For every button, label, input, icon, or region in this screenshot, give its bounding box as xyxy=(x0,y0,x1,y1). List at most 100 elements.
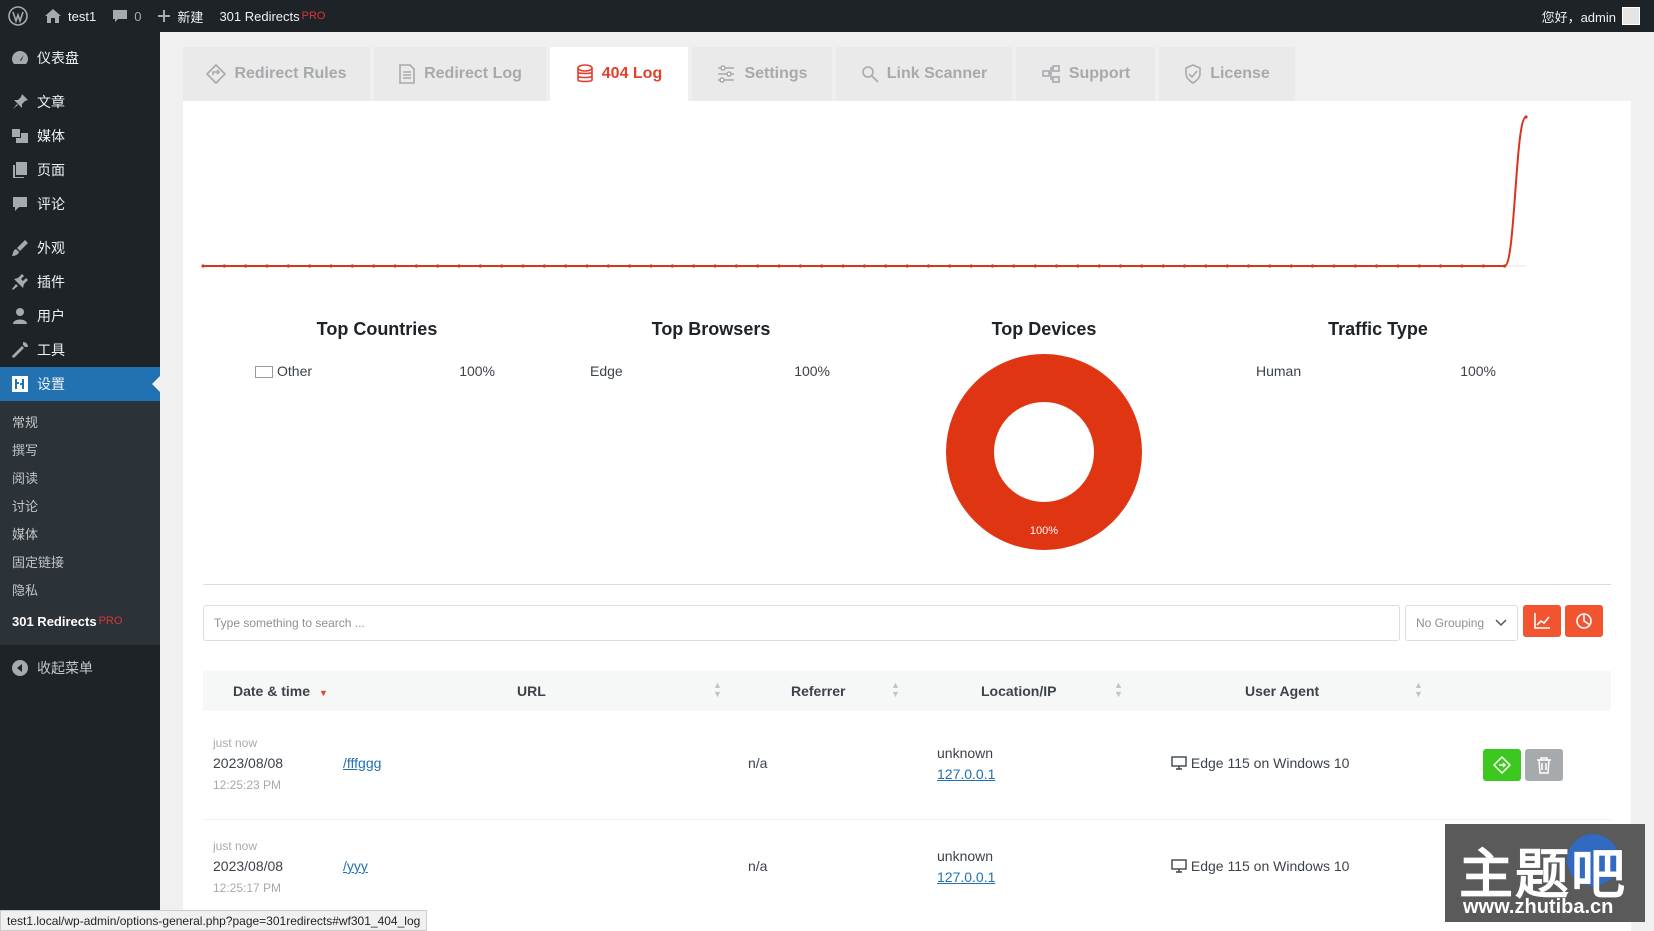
top-browsers: Top Browsers Edge 100% xyxy=(535,319,887,379)
tab-redirect-log[interactable]: Redirect Log xyxy=(374,47,546,101)
site-name-link[interactable]: test1 xyxy=(36,0,104,32)
tab-support[interactable]: Support xyxy=(1016,47,1155,101)
url-link[interactable]: /yyy xyxy=(343,858,368,874)
delete-button[interactable] xyxy=(1525,749,1563,781)
new-content-link[interactable]: 新建 xyxy=(149,0,211,32)
data-point xyxy=(1396,264,1400,268)
plugin-menu-link[interactable]: 301 Redirects PRO xyxy=(211,0,333,32)
data-point xyxy=(1460,264,1464,268)
data-point xyxy=(1054,264,1059,268)
menu-users[interactable]: 用户 xyxy=(0,299,160,333)
submenu-item-301-redirects[interactable]: 301 Redirects PRO xyxy=(0,603,160,639)
data-point xyxy=(1140,264,1144,268)
ip-link[interactable]: 127.0.0.1 xyxy=(937,766,995,782)
data-point xyxy=(1246,264,1251,268)
data-point xyxy=(713,264,717,268)
menu-label: 页面 xyxy=(37,162,65,178)
log-date: 2023/08/08 xyxy=(213,755,284,771)
sort-icon[interactable]: ▲ ▼ xyxy=(1414,681,1423,699)
data-point xyxy=(1097,264,1101,268)
data-point xyxy=(692,264,696,268)
data-point xyxy=(201,264,205,268)
submenu-item[interactable]: 媒体 xyxy=(0,519,160,547)
column-header-user-agent[interactable]: User Agent xyxy=(1245,683,1319,699)
data-point xyxy=(414,264,418,268)
menu-label: 工具 xyxy=(37,342,65,358)
watermark-url: www.zhutiba.cn xyxy=(1463,896,1614,918)
grouping-select[interactable]: No Grouping xyxy=(1405,605,1518,641)
chevron-down-icon xyxy=(1495,619,1507,627)
menu-plugins[interactable]: 插件 xyxy=(0,265,160,299)
menu-posts[interactable]: 文章 xyxy=(0,85,160,119)
media-icon xyxy=(10,126,30,146)
menu-comments[interactable]: 评论 xyxy=(0,187,160,221)
settings-icon xyxy=(10,374,30,394)
desktop-icon xyxy=(1171,756,1187,770)
data-point xyxy=(585,264,589,268)
submenu-item[interactable]: 讨论 xyxy=(0,491,160,519)
data-point xyxy=(564,264,568,268)
create-redirect-button[interactable] xyxy=(1483,749,1521,781)
data-point xyxy=(1012,264,1016,268)
pie-slice xyxy=(946,354,1142,550)
data-point xyxy=(542,264,547,268)
search-icon xyxy=(861,66,879,83)
ip-link[interactable]: 127.0.0.1 xyxy=(937,869,995,885)
submenu-item[interactable]: 阅读 xyxy=(0,463,160,491)
desktop-icon xyxy=(1171,859,1187,873)
sort-desc-icon[interactable]: ▼ xyxy=(319,689,328,698)
devices-donut-chart: 100% xyxy=(946,354,1142,550)
menu-appearance[interactable]: 外观 xyxy=(0,231,160,265)
settings-submenu: 常规 撰写 阅读 讨论 媒体 固定链接 隐私 301 Redirects PRO xyxy=(0,401,160,645)
tab-redirect-rules[interactable]: Redirect Rules xyxy=(183,47,370,101)
time-ago: just now xyxy=(213,839,258,853)
collapse-menu-button[interactable]: 收起菜单 xyxy=(0,651,160,685)
url-link[interactable]: /fffggg xyxy=(343,755,381,771)
data-point xyxy=(905,264,909,268)
tab-settings[interactable]: Settings xyxy=(692,47,832,101)
comment-icon xyxy=(113,10,128,22)
menu-pages[interactable]: 页面 xyxy=(0,153,160,187)
data-point xyxy=(820,264,824,268)
column-header-date[interactable]: Date & time xyxy=(233,683,310,699)
submenu-item[interactable]: 常规 xyxy=(0,407,160,435)
menu-label: 外观 xyxy=(37,240,65,256)
sort-icon[interactable]: ▲ ▼ xyxy=(891,681,900,699)
user-agent-text: Edge 115 on Windows 10 xyxy=(1190,858,1350,874)
menu-tools[interactable]: 工具 xyxy=(0,333,160,367)
column-header-url[interactable]: URL xyxy=(517,683,546,699)
submenu-item[interactable]: 撰写 xyxy=(0,435,160,463)
tab-license[interactable]: License xyxy=(1159,47,1295,101)
data-point xyxy=(1076,264,1080,268)
data-point xyxy=(350,264,354,268)
pie-chart-toggle-button[interactable] xyxy=(1565,605,1603,637)
column-header-location[interactable]: Location/IP xyxy=(981,683,1056,699)
sort-icon[interactable]: ▲ ▼ xyxy=(713,681,722,699)
menu-label: 收起菜单 xyxy=(37,660,93,676)
search-input[interactable]: Type something to search ... xyxy=(203,605,1400,641)
tab-label: License xyxy=(1210,65,1270,82)
submenu-item[interactable]: 固定链接 xyxy=(0,547,160,575)
stat-title: Top Devices xyxy=(991,319,1097,339)
data-point xyxy=(244,264,248,268)
sort-icon[interactable]: ▲ ▼ xyxy=(1114,681,1123,699)
data-point xyxy=(308,264,312,268)
collapse-arrow-icon xyxy=(10,658,30,678)
stat-row: Other 100% xyxy=(255,363,495,379)
my-account[interactable]: 您好，admin xyxy=(1542,7,1654,26)
line-chart-toggle-button[interactable] xyxy=(1523,605,1561,637)
column-header-referrer[interactable]: Referrer xyxy=(791,683,845,699)
comments-link[interactable]: 0 xyxy=(104,0,149,32)
menu-dashboard[interactable]: 仪表盘 xyxy=(0,41,160,75)
log-time: 12:25:23 PM xyxy=(213,778,282,792)
submenu-item[interactable]: 隐私 xyxy=(0,575,160,603)
menu-settings[interactable]: 设置 xyxy=(0,367,160,401)
table-header: Date & time ▼ URL ▲ ▼ Referrer ▲ ▼ Locatio… xyxy=(203,671,1611,711)
trash-icon xyxy=(1537,757,1551,774)
wordpress-logo-icon[interactable] xyxy=(0,0,36,32)
menu-media[interactable]: 媒体 xyxy=(0,119,160,153)
tab-link-scanner[interactable]: Link Scanner xyxy=(836,47,1012,101)
data-point xyxy=(1268,264,1272,268)
tab-404-log[interactable]: 404 Log xyxy=(550,47,688,101)
tab-label: Link Scanner xyxy=(886,65,988,82)
